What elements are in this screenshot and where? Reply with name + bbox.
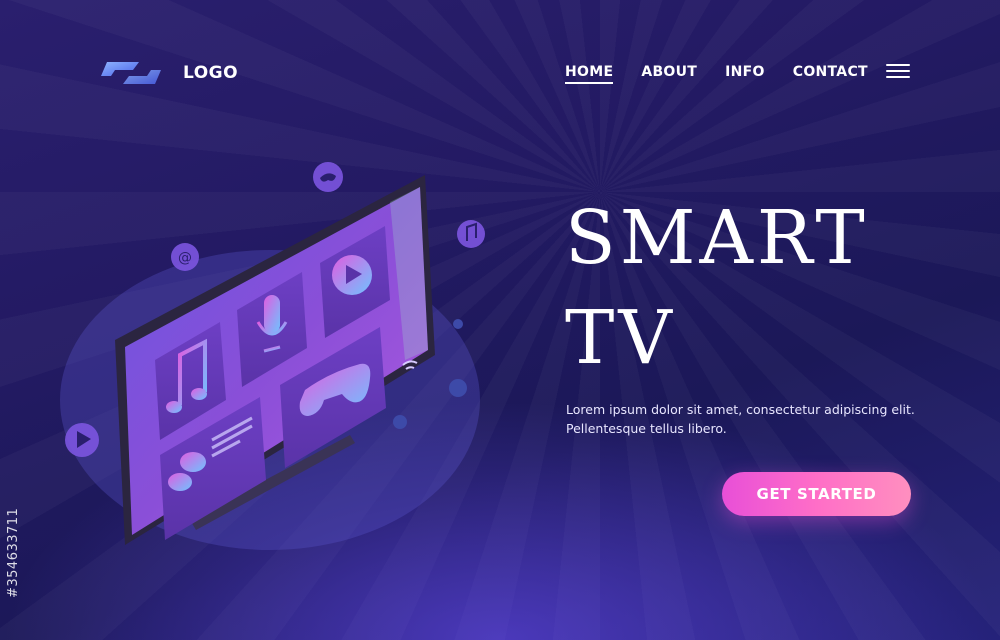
logo-mark-icon [101,62,161,84]
hamburger-menu-icon[interactable] [886,64,910,80]
site-header: LOGO HOME ABOUT INFO CONTACT [0,0,1000,140]
logo[interactable]: LOGO [97,58,238,88]
main-nav: HOME ABOUT INFO CONTACT [565,64,868,84]
smart-tv-illustration: @ [60,162,485,550]
stock-id-label: #354633711 [6,507,21,598]
hero-title-line2: TV [565,295,676,381]
nav-item-contact[interactable]: CONTACT [793,64,868,80]
nav-item-info[interactable]: INFO [725,64,765,80]
nav-item-about[interactable]: ABOUT [641,64,697,80]
nav-item-home[interactable]: HOME [565,64,614,84]
svg-text:@: @ [178,250,192,266]
floating-music-icon [457,220,485,248]
hero-title-line1: SMART [565,195,869,281]
get-started-button[interactable]: GET STARTED [722,472,911,516]
floating-at-sign-icon: @ [171,243,199,271]
hero-title: SMART TV [565,188,945,388]
floating-gamepad-icon [313,162,343,192]
play-icon [332,255,372,295]
hero-description: Lorem ipsum dolor sit amet, consectetur … [566,402,915,436]
floating-play-icon [65,423,99,457]
logo-text: LOGO [183,63,239,83]
